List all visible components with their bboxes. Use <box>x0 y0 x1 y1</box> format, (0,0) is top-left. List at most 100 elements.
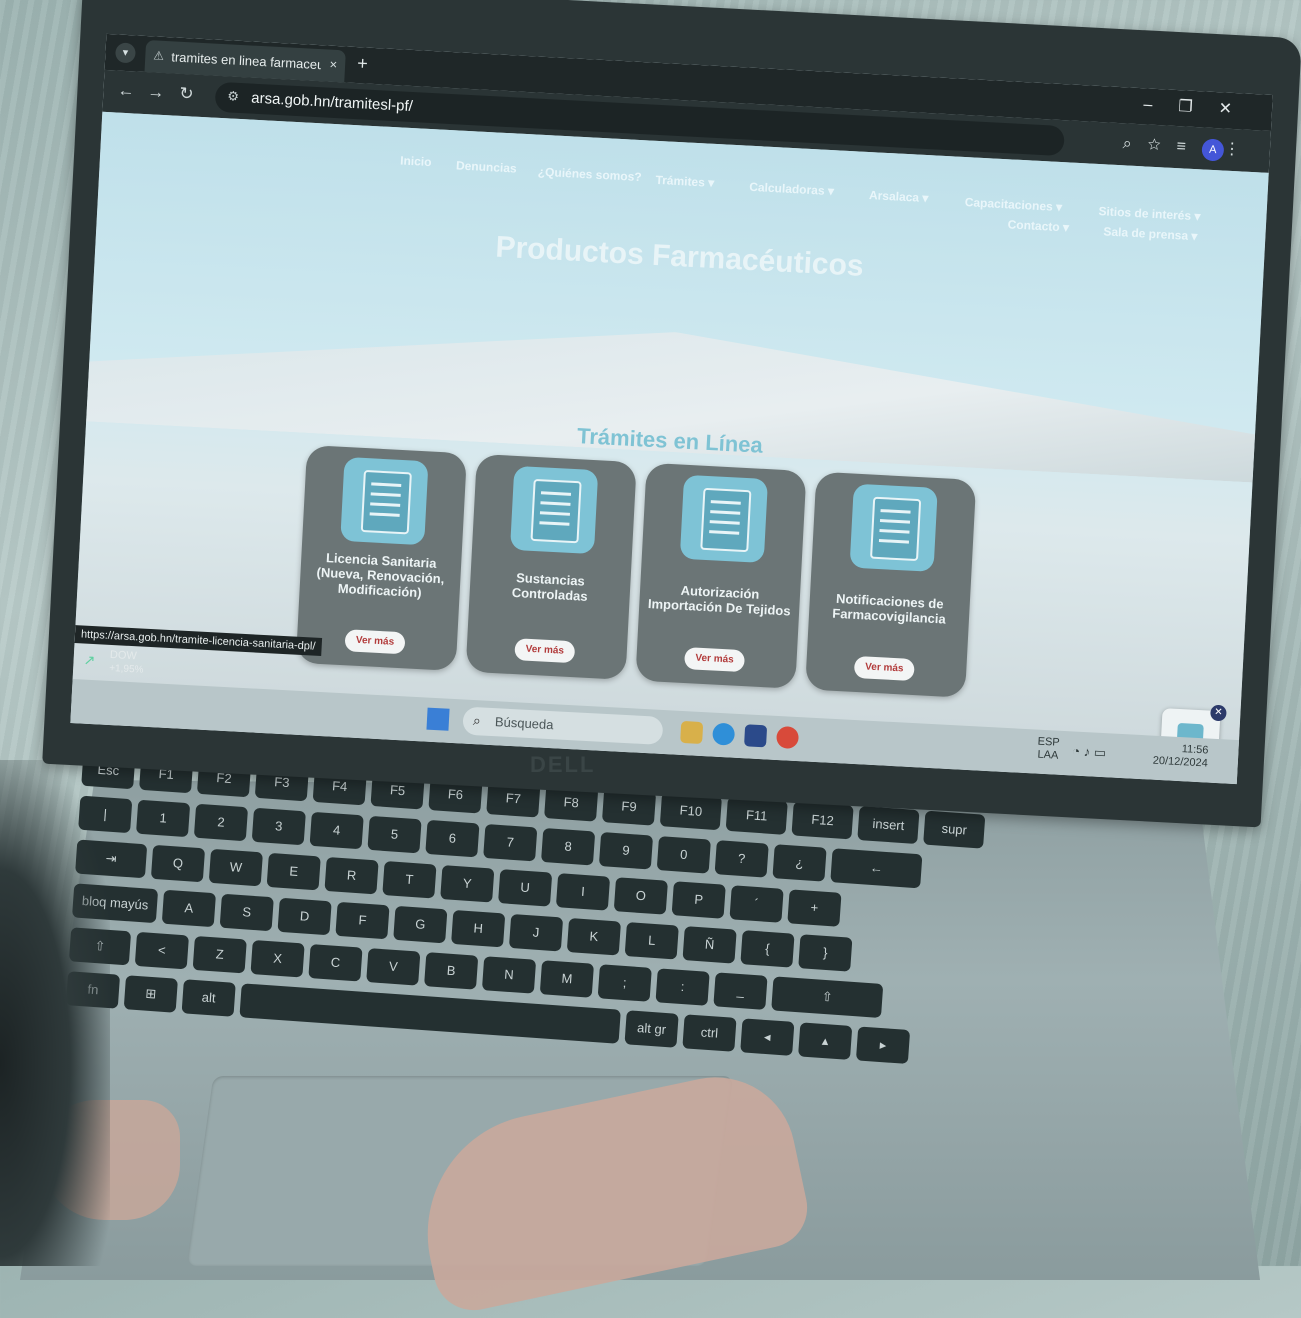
new-tab-button[interactable]: + <box>357 53 369 75</box>
reload-button[interactable]: ↻ <box>179 84 194 105</box>
key: L <box>624 922 679 960</box>
forward-button[interactable]: → <box>147 82 165 103</box>
key: A <box>161 889 217 928</box>
key: O <box>613 877 668 915</box>
nav-item[interactable]: Arsalaca ▾ <box>869 188 929 205</box>
key: ? <box>714 840 769 878</box>
key: I <box>555 873 611 911</box>
toolbar-actions: ⌕☆≡ A ⋮ <box>1122 133 1256 163</box>
key: G <box>393 905 448 944</box>
key: ; <box>597 964 652 1002</box>
key: ctrl <box>682 1014 737 1052</box>
card-title: Autorización Importación De Tejidos <box>647 582 791 619</box>
url-text: arsa.gob.hn/tramitesl-pf/ <box>250 89 414 116</box>
key: ´ <box>729 885 784 923</box>
key: V <box>366 948 421 986</box>
key: X <box>250 939 305 978</box>
nav-item[interactable]: Contacto ▾ <box>1007 217 1069 234</box>
card-title: Notificaciones de Farmacovigilancia <box>831 590 947 627</box>
warning-icon: ⚠ <box>153 48 165 63</box>
back-button[interactable]: ← <box>117 81 135 102</box>
tray-icons: ◔ ♪ ▭ <box>1072 743 1107 761</box>
ver-mas-button[interactable]: Ver más <box>344 629 406 655</box>
key: N <box>481 956 537 994</box>
kebab-icon[interactable]: ⋮ <box>1223 141 1256 160</box>
key: 7 <box>483 823 538 862</box>
key: U <box>498 869 553 907</box>
key: + <box>787 889 842 927</box>
close-window-icon[interactable]: ✕ <box>1218 100 1258 119</box>
ver-mas-button[interactable]: Ver más <box>853 655 915 682</box>
key: _ <box>713 972 768 1010</box>
key: ← <box>830 848 923 889</box>
laptop-brand-logo: DELL <box>530 752 596 777</box>
key: K <box>566 917 622 956</box>
ver-mas-button[interactable]: Ver más <box>514 638 576 664</box>
nav-item[interactable]: Capacitaciones ▾ <box>964 195 1062 214</box>
nav-item[interactable]: Denuncias <box>456 158 517 175</box>
key: ⇧ <box>771 976 884 1018</box>
file-explorer-icon[interactable] <box>680 720 704 745</box>
key: M <box>539 960 595 998</box>
key: 3 <box>251 807 306 846</box>
key: B <box>424 952 479 990</box>
key: { <box>740 930 795 968</box>
language-indicator[interactable]: ESP LAA <box>1028 735 1069 763</box>
key: 9 <box>598 832 654 870</box>
windows-start-icon[interactable] <box>426 707 450 731</box>
search-icon[interactable]: ⌕ <box>1122 135 1148 153</box>
key: 0 <box>656 836 711 874</box>
site-logo[interactable] <box>116 129 203 159</box>
nav-item[interactable]: Sitios de interés ▾ <box>1098 204 1201 223</box>
restore-icon[interactable]: ❐ <box>1178 98 1219 117</box>
stock-ticker-widget[interactable]: ↗ DOW +1,95% <box>79 645 177 684</box>
profile-avatar[interactable]: A <box>1201 138 1225 162</box>
minimize-icon[interactable]: – <box>1143 96 1179 115</box>
search-icon: ⌕ <box>472 712 482 729</box>
nav-item[interactable]: Inicio <box>400 153 432 169</box>
key: : <box>655 968 710 1006</box>
system-tray: ESP LAA ◔ ♪ ▭ 11:56 20/12/2024 <box>1027 735 1218 775</box>
key: C <box>308 944 363 982</box>
page-title: Productos Farmacéuticos <box>494 230 865 283</box>
close-icon[interactable]: × <box>329 57 337 72</box>
store-icon[interactable] <box>744 724 768 748</box>
key: 2 <box>193 803 249 842</box>
clock[interactable]: 11:56 20/12/2024 <box>1137 741 1208 771</box>
window-controls: –❐✕ <box>1143 94 1259 120</box>
key: Ñ <box>682 926 737 964</box>
nav-item[interactable]: Calculadoras ▾ <box>749 180 834 198</box>
key: ⊞ <box>123 975 178 1013</box>
taskbar-search[interactable]: ⌕ Búsqueda <box>462 706 664 745</box>
reading-list-icon[interactable]: ≡ <box>1176 138 1202 156</box>
edge-icon[interactable] <box>712 722 736 746</box>
tune-icon[interactable]: ⚙ <box>227 88 239 105</box>
key: R <box>324 856 379 895</box>
ticker-change: +1,95% <box>108 662 144 676</box>
key: 1 <box>135 799 191 838</box>
nav-item[interactable]: Sala de prensa ▾ <box>1103 224 1198 243</box>
key: ¿ <box>772 844 827 882</box>
laptop-screen: ▾ ⚠ tramites en linea farmaceuticos × + … <box>70 33 1273 785</box>
nav-item[interactable]: ¿Quiénes somos? <box>537 165 642 184</box>
close-icon[interactable]: ✕ <box>1210 704 1227 722</box>
volume-icon[interactable]: ♪ <box>1083 744 1090 759</box>
key: 8 <box>540 827 596 866</box>
nav-item[interactable]: Trámites ▾ <box>655 173 714 190</box>
chevron-down-icon[interactable]: ▾ <box>114 42 136 64</box>
chrome-icon[interactable] <box>775 725 800 750</box>
checklist-icon <box>509 465 599 555</box>
key: F12 <box>791 801 854 840</box>
trend-up-icon: ↗ <box>83 651 96 669</box>
ver-mas-button[interactable]: Ver más <box>683 647 746 673</box>
key: Y <box>440 865 495 903</box>
wifi-icon[interactable]: ◔ <box>1072 743 1081 758</box>
key: 4 <box>309 811 364 850</box>
battery-icon[interactable]: ▭ <box>1093 745 1106 761</box>
tab-title: tramites en linea farmaceuticos <box>170 49 322 73</box>
key: ▴ <box>798 1022 853 1060</box>
key: T <box>382 860 437 899</box>
key: insert <box>857 805 920 845</box>
lang-bottom: LAA <box>1037 748 1059 762</box>
star-icon[interactable]: ☆ <box>1147 137 1177 155</box>
